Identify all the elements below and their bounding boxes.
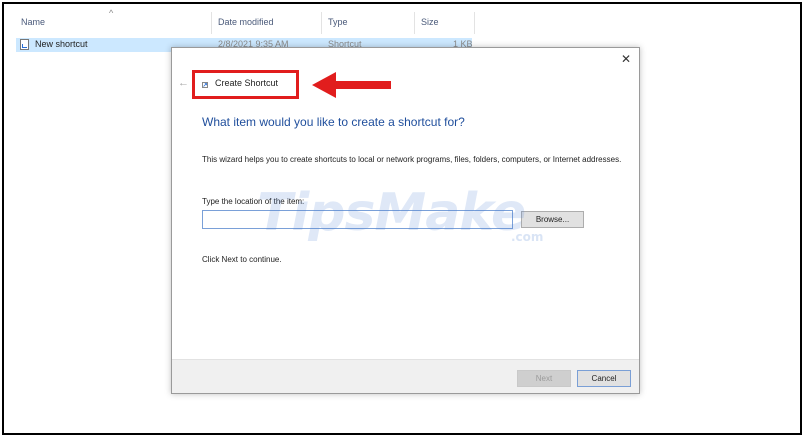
close-icon[interactable]: ✕ [619, 52, 633, 66]
shortcut-file-icon [20, 39, 29, 50]
column-header-name[interactable]: Name [21, 17, 45, 27]
column-separator [321, 12, 322, 34]
back-arrow-icon[interactable]: ← [178, 77, 189, 89]
next-button[interactable]: Next [517, 370, 571, 387]
column-separator [211, 12, 212, 34]
wizard-heading: What item would you like to create a sho… [202, 115, 465, 129]
create-shortcut-dialog: ✕ ← Create Shortcut What item would you … [171, 47, 640, 394]
continue-instruction: Click Next to continue. [202, 255, 282, 264]
location-input[interactable] [202, 210, 513, 229]
column-separator [414, 12, 415, 34]
column-separator [474, 12, 475, 34]
title-highlight-box [192, 70, 299, 99]
column-header-date-modified[interactable]: Date modified [218, 17, 274, 27]
cancel-button[interactable]: Cancel [577, 370, 631, 387]
column-header-size[interactable]: Size [421, 17, 439, 27]
browse-button[interactable]: Browse... [521, 211, 584, 228]
column-header-type[interactable]: Type [328, 17, 348, 27]
file-name[interactable]: New shortcut [35, 39, 88, 49]
sort-ascending-icon: ^ [109, 8, 114, 18]
location-field-label: Type the location of the item: [202, 197, 305, 206]
wizard-description: This wizard helps you to create shortcut… [202, 155, 622, 164]
red-pointer-arrow-icon [312, 72, 391, 98]
